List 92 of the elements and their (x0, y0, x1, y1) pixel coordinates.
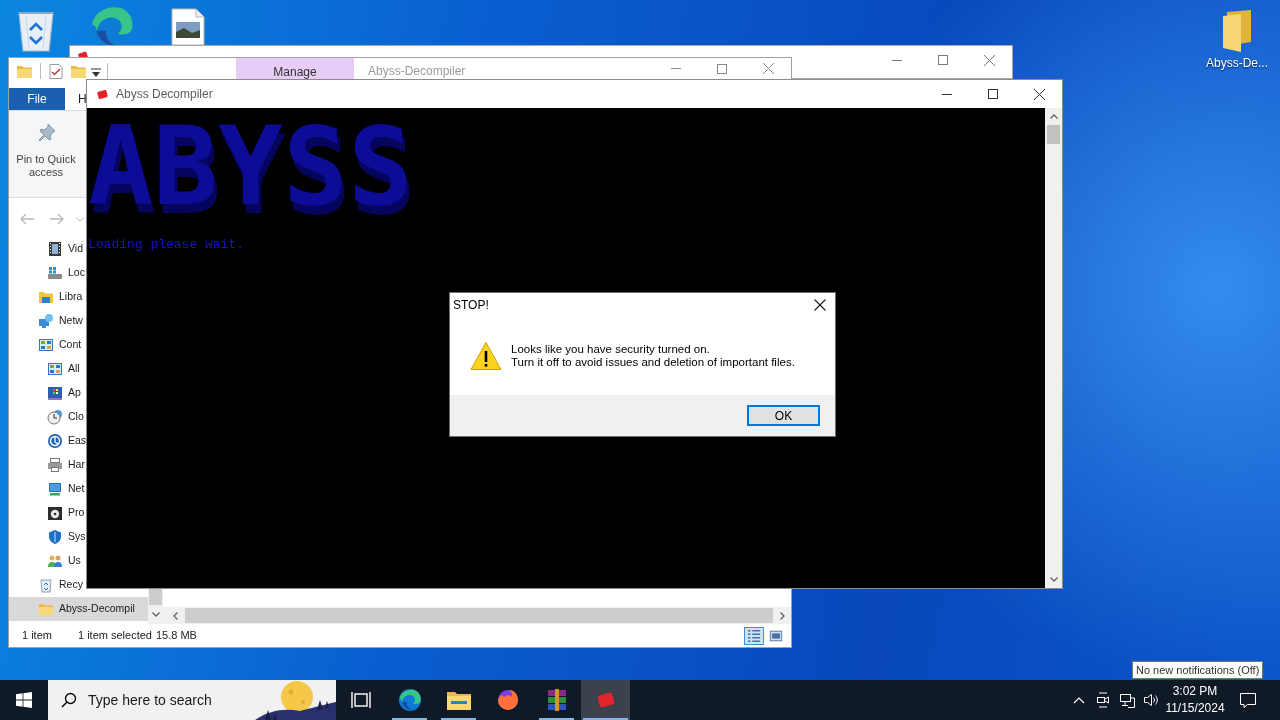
task-view-icon (350, 691, 371, 709)
dialog-message: Looks like you have security turned on. (511, 342, 711, 356)
control-panel-icon (38, 337, 54, 353)
sidebar-item[interactable]: Abyss-Decompil (9, 597, 148, 621)
sidebar-item[interactable]: All (9, 357, 80, 381)
view-button[interactable] (744, 626, 764, 645)
folder-icon (38, 601, 54, 617)
browser-icon (397, 688, 422, 712)
close-icon (1033, 88, 1045, 100)
scroll-right-icon[interactable] (780, 611, 785, 620)
folder-icon[interactable] (1221, 8, 1253, 52)
search-bar[interactable]: Type here to search (48, 680, 336, 720)
dialog-title: STOP! (453, 296, 489, 314)
sidebar-item[interactable]: Sys (9, 525, 86, 549)
vertical-scrollbar[interactable] (1045, 108, 1062, 588)
sidebar-item[interactable]: Libra (9, 285, 83, 309)
minimize-icon (671, 68, 681, 69)
close-icon (814, 298, 826, 311)
dialog-message: Turn it off to avoid issues and deletion of important files. (511, 355, 795, 369)
accessibility-icon (47, 433, 63, 449)
close-icon (762, 63, 774, 74)
item-count: 1 item (22, 628, 52, 644)
library-folder-icon (38, 289, 54, 305)
search-input[interactable]: Type here to search (88, 688, 255, 712)
sidebar-item[interactable]: Vid (9, 237, 83, 261)
folder-icon (446, 690, 471, 710)
sidebar-item[interactable]: Net (9, 477, 85, 501)
file-size: 15.8 MB (155, 628, 197, 644)
pushpin-icon (36, 123, 56, 143)
scroll-down-icon[interactable] (151, 612, 160, 617)
volume-icon (1143, 692, 1159, 708)
maximize-icon (717, 63, 727, 74)
printer-icon (47, 457, 63, 473)
console-line: Loading please wait. (88, 237, 245, 253)
dropdown-caret-icon[interactable] (91, 68, 101, 77)
large-icons-view-icon (769, 628, 783, 643)
video-camera-icon (1095, 692, 1111, 708)
programs-icon (47, 385, 63, 401)
clock-icon (47, 409, 63, 425)
details-view-icon (747, 628, 761, 643)
search-icon (61, 692, 77, 708)
vertical-scrollbar[interactable] (148, 588, 163, 624)
sidebar-item[interactable]: Har (9, 453, 85, 477)
recycle-bin-icon (38, 577, 54, 593)
maximize-icon (988, 89, 998, 99)
network-icon (38, 313, 54, 329)
chevron-up-icon (1073, 696, 1085, 704)
start-icon (16, 692, 32, 708)
shield-icon (47, 529, 63, 545)
logo-text: ABYSS (88, 113, 414, 221)
sidebar-item[interactable]: Us (9, 549, 81, 573)
warning-icon (470, 340, 502, 371)
network-monitor-icon (47, 481, 63, 497)
browser-icon[interactable] (89, 4, 135, 48)
control-panel-icon (47, 361, 63, 377)
clock-button[interactable]: 3:02 PM 11/15/2024 (1165, 680, 1225, 720)
selection-info: 1 item selected (77, 628, 152, 644)
pin-button[interactable]: Pin to Quick access (9, 123, 83, 179)
close-icon (983, 54, 995, 66)
contextual-tab[interactable]: Manage (236, 58, 354, 79)
sidebar-item[interactable]: Loc (9, 261, 85, 285)
fox-browser-icon (495, 688, 520, 712)
maximize-icon (938, 55, 948, 65)
scroll-up-icon[interactable] (1049, 114, 1058, 119)
ok-button[interactable]: OK (747, 405, 820, 426)
users-icon (47, 553, 63, 569)
sidebar-item[interactable]: Netw (9, 309, 83, 333)
image-file-icon[interactable] (170, 8, 206, 46)
ribbon-tab[interactable]: H (78, 88, 87, 110)
horizontal-scrollbar[interactable] (163, 607, 791, 624)
window-title: Abyss Decompiler (116, 86, 213, 103)
window-title: Abyss-Decompiler (368, 64, 466, 78)
document-check-icon[interactable] (49, 64, 63, 79)
network-icon (1119, 692, 1135, 708)
scroll-down-icon[interactable] (1049, 577, 1058, 582)
scroll-left-icon[interactable] (173, 611, 178, 620)
icon-label[interactable]: Abyss-De... (1206, 56, 1268, 71)
minimize-icon (942, 93, 952, 95)
minimize-icon (892, 59, 902, 61)
sidebar-item[interactable]: Cont (9, 333, 82, 357)
tooltip: No new notifications (Off) (1132, 661, 1264, 679)
sidebar-item[interactable]: Pro (9, 501, 85, 525)
sidebar-item[interactable]: Recy (9, 573, 83, 597)
sidebar-item[interactable]: Ap (9, 381, 81, 405)
film-icon (47, 241, 63, 257)
file-tab[interactable]: File (9, 88, 65, 110)
scrollbar-thumb[interactable] (185, 608, 773, 623)
sidebar-item[interactable]: Clo (9, 405, 84, 429)
sidebar-item[interactable]: Eas (9, 429, 87, 453)
drive-icon (47, 265, 63, 281)
notification-icon (1239, 691, 1257, 709)
scrollbar-thumb[interactable] (1047, 125, 1060, 144)
